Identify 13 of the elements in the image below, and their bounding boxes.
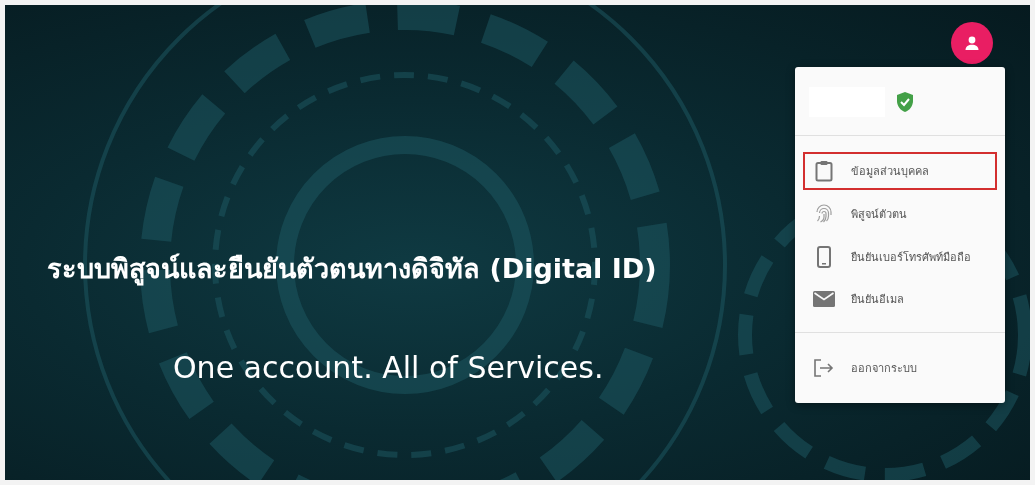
- menu-item[interactable]: พิสูจน์ตัวตน: [803, 196, 997, 232]
- clipboard-icon: [813, 160, 835, 182]
- user-icon: [964, 35, 980, 51]
- menu-item[interactable]: ข้อมูลส่วนบุคคล: [803, 152, 997, 190]
- envelope-icon: [813, 291, 835, 307]
- hero-subtitle: One account. All of Services.: [173, 350, 604, 385]
- logout-icon: [813, 359, 835, 377]
- logout-menu-item[interactable]: ออกจากระบบ: [803, 351, 997, 385]
- menu-item[interactable]: ยืนยันเบอร์โทรศัพท์มือถือ: [803, 238, 997, 276]
- fingerprint-icon: [813, 204, 835, 224]
- menu-item[interactable]: ยืนยันอีเมล: [803, 282, 997, 316]
- hero-title: ระบบพิสูจน์และยืนยันตัวตนทางดิจิทัล (Digital ID): [47, 252, 657, 288]
- user-avatar-button[interactable]: [951, 22, 993, 64]
